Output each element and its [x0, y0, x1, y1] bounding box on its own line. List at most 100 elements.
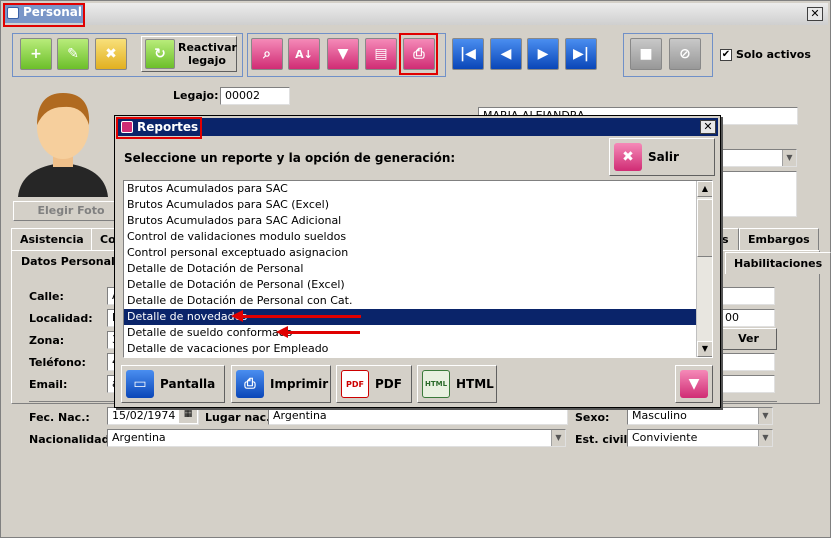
ver-mapa-button[interactable]: Ver Mapa [720, 328, 777, 365]
est-civil-select[interactable]: Conviviente ▼ [627, 429, 773, 447]
first-icon: |◀ [460, 46, 476, 62]
next-icon: ▶ [537, 46, 549, 62]
filter-button[interactable]: ▼ [327, 38, 359, 70]
cancel-icon: ⊘ [679, 46, 691, 62]
elegir-foto-button[interactable]: Elegir Foto [13, 201, 129, 221]
sexo-select[interactable]: Masculino ▼ [627, 407, 773, 425]
next-record-button[interactable]: ▶ [527, 38, 559, 70]
report-items: Brutos Acumulados para SAC Brutos Acumula… [124, 181, 697, 357]
last-record-button[interactable]: ▶| [565, 38, 597, 70]
report-list-item[interactable]: Detalle de sueldo conformado [124, 325, 696, 341]
html-icon: HTML [422, 370, 450, 398]
title-bar [3, 3, 828, 25]
dialog-title-highlight-box [116, 117, 202, 139]
delete-button[interactable]: ✖ [95, 38, 127, 70]
chevron-down-icon: ▼ [758, 408, 772, 424]
search-button[interactable]: ⌕ [251, 38, 283, 70]
salir-button[interactable]: ✖ Salir [609, 138, 715, 176]
memo-right[interactable] [720, 171, 797, 217]
scroll-thumb[interactable] [697, 199, 712, 257]
filter-report-button[interactable]: ▼ [675, 365, 713, 403]
report-list[interactable]: Brutos Acumulados para SAC Brutos Acumula… [123, 180, 713, 358]
refresh-icon: ↻ [145, 39, 175, 69]
window-close-button[interactable]: ✕ [807, 7, 823, 21]
report-list-scrollbar[interactable]: ▲ ▼ [696, 181, 712, 357]
localidad-label: Localidad: [29, 312, 93, 325]
right-field-3[interactable] [720, 353, 775, 371]
lugar-nac-label: Lugar nac.: [205, 411, 275, 424]
reactivar-legajo-button[interactable]: ↻ Reactivar legajo [141, 36, 237, 72]
legajo-field[interactable]: 00002 [220, 87, 290, 105]
pdf-label: PDF [375, 377, 402, 391]
save-button[interactable]: ■ [630, 38, 662, 70]
reportes-dialog: Reportes ✕ Seleccione un reporte y la op… [114, 115, 721, 408]
printer-icon: ⎙ [236, 370, 264, 398]
fec-nac-value: 15/02/1974 [112, 409, 176, 422]
scroll-up-button[interactable]: ▲ [697, 181, 712, 197]
nacionalidad-select[interactable]: Argentina ▼ [107, 429, 566, 447]
imprimir-button[interactable]: ⎙ Imprimir [231, 365, 331, 403]
annotation-arrowhead-1 [231, 310, 243, 322]
est-civil-label: Est. civil: [575, 433, 632, 446]
first-record-button[interactable]: |◀ [452, 38, 484, 70]
prev-icon: ◀ [500, 46, 512, 62]
dialog-close-button[interactable]: ✕ [700, 120, 716, 134]
title-highlight-box [3, 3, 85, 27]
sort-az-icon: A↓ [295, 47, 313, 61]
pantalla-label: Pantalla [160, 377, 216, 391]
report-list-item[interactable]: Brutos Acumulados para SAC Adicional [124, 213, 696, 229]
fec-nac-field[interactable]: 15/02/1974 ▦ [107, 407, 199, 425]
annotation-arrowhead-2 [276, 326, 288, 338]
report-list-item[interactable]: Brutos Acumulados para SAC [124, 181, 696, 197]
right-field-4[interactable] [720, 375, 775, 393]
last-icon: ▶| [573, 46, 589, 62]
edit-button[interactable]: ✎ [57, 38, 89, 70]
nacionalidad-label: Nacionalidad: [29, 433, 114, 446]
annotation-arrow-2 [288, 331, 360, 334]
scroll-down-button[interactable]: ▼ [697, 341, 712, 357]
report-list-item[interactable]: Control de validaciones modulo sueldos [124, 229, 696, 245]
calendar-icon[interactable]: ▦ [179, 409, 197, 423]
document-x-icon: ✖ [105, 46, 117, 62]
combo-right-1[interactable]: ▼ [720, 149, 797, 167]
clipboard-icon: ▤ [374, 46, 388, 62]
filter-icon: ▼ [337, 46, 349, 62]
search-icon: ⌕ [263, 46, 271, 62]
right-field-2[interactable]: 00 [720, 309, 775, 327]
filter-icon: ▼ [680, 370, 708, 398]
sexo-label: Sexo: [575, 411, 610, 424]
tab-asistencia[interactable]: Asistencia [11, 228, 93, 250]
imprimir-label: Imprimir [270, 377, 329, 391]
clipboard-button[interactable]: ▤ [365, 38, 397, 70]
tab-embargos[interactable]: Embargos [739, 228, 819, 250]
cancel-button[interactable]: ⊘ [669, 38, 701, 70]
person-silhouette-icon [18, 93, 108, 197]
report-list-item[interactable]: Detalle de vacaciones por Empleado [124, 341, 696, 357]
zona-label: Zona: [29, 334, 65, 347]
legajo-label: Legajo: [173, 89, 219, 102]
report-list-item[interactable]: Detalle de Dotación de Personal con Cat. [124, 293, 696, 309]
sort-button[interactable]: A↓ [288, 38, 320, 70]
est-civil-value: Conviviente [632, 431, 698, 444]
right-field-1[interactable] [720, 287, 775, 305]
salir-label: Salir [648, 150, 679, 164]
pantalla-button[interactable]: ▭ Pantalla [121, 365, 225, 403]
avatar [13, 85, 113, 197]
lugar-nac-field[interactable]: Argentina [268, 407, 568, 425]
tab-habilitaciones[interactable]: Habilitaciones [725, 252, 831, 274]
report-list-item[interactable]: Detalle de Dotación de Personal (Excel) [124, 277, 696, 293]
report-list-item[interactable]: Control personal exceptuado asignacion [124, 245, 696, 261]
calle-label: Calle: [29, 290, 64, 303]
prev-record-button[interactable]: ◀ [490, 38, 522, 70]
add-button[interactable]: + [20, 38, 52, 70]
annotation-arrow-1 [243, 315, 361, 318]
pencil-icon: ✎ [67, 46, 79, 62]
sexo-value: Masculino [632, 409, 687, 422]
report-list-item[interactable]: Detalle de novedades [124, 308, 697, 326]
report-list-item[interactable]: Detalle de Dotación de Personal [124, 261, 696, 277]
pdf-button[interactable]: PDF PDF [336, 365, 412, 403]
report-list-item[interactable]: Brutos Acumulados para SAC (Excel) [124, 197, 696, 213]
personal-window: Personal ✕ + ✎ ✖ ↻ Reactivar legajo ⌕ A↓… [0, 0, 831, 538]
html-button[interactable]: HTML HTML [417, 365, 497, 403]
solo-activos-checkbox[interactable]: ✔ [720, 49, 732, 61]
